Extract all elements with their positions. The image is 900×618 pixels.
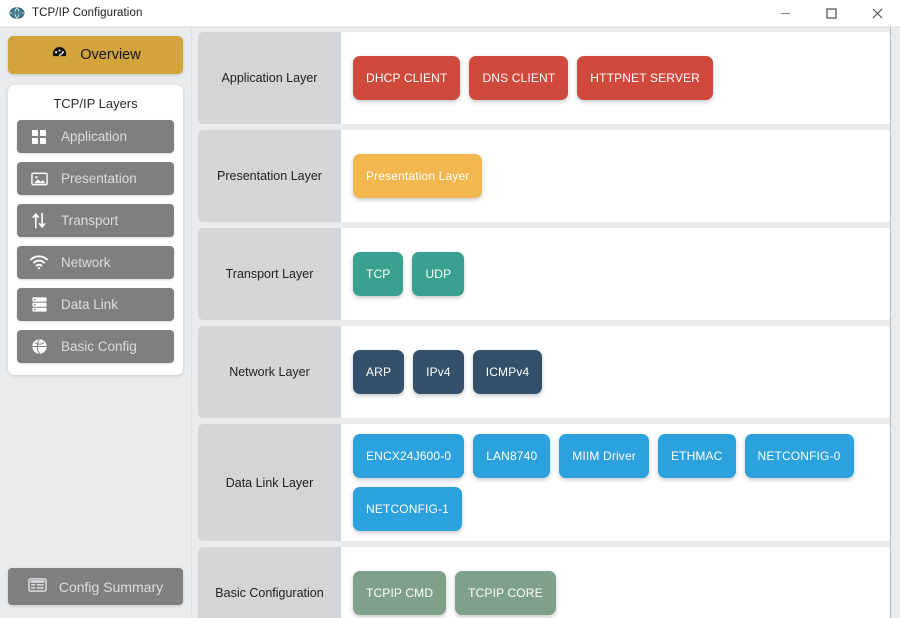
sidebar: Overview TCP/IP Layers Application xyxy=(0,27,192,618)
overview-button-label: Overview xyxy=(80,47,140,63)
window-controls xyxy=(762,0,900,27)
row-label: Application Layer xyxy=(198,32,341,124)
module-chip[interactable]: MIIM Driver xyxy=(559,434,649,478)
maximize-button[interactable] xyxy=(808,0,854,27)
row-items: TCPIP CMD TCPIP CORE xyxy=(341,547,891,618)
sidebar-item-label: Transport xyxy=(61,213,118,228)
wifi-icon xyxy=(30,254,48,272)
globe-icon xyxy=(30,338,48,356)
window-title: TCP/IP Configuration xyxy=(32,7,142,19)
module-chip[interactable]: ICMPv4 xyxy=(473,350,543,394)
row-items: DHCP CLIENT DNS CLIENT HTTPNET SERVER xyxy=(341,32,891,124)
module-chip[interactable]: Presentation Layer xyxy=(353,154,482,198)
layers-content[interactable]: Application Layer DHCP CLIENT DNS CLIENT… xyxy=(192,27,900,618)
minimize-button[interactable] xyxy=(762,0,808,27)
module-chip[interactable]: ETHMAC xyxy=(658,434,736,478)
sidebar-item-transport[interactable]: Transport xyxy=(17,204,174,237)
layer-row-application: Application Layer DHCP CLIENT DNS CLIENT… xyxy=(198,32,891,124)
app-window: TCP/IP Configuration xyxy=(0,0,900,618)
row-items: ARP IPv4 ICMPv4 xyxy=(341,326,891,418)
module-chip[interactable]: TCP xyxy=(353,252,403,296)
module-chip[interactable]: TCPIP CMD xyxy=(353,571,446,615)
row-items: ENCX24J600-0 LAN8740 MIIM Driver ETHMAC … xyxy=(341,424,891,541)
module-chip[interactable]: TCPIP CORE xyxy=(455,571,556,615)
module-chip[interactable]: UDP xyxy=(412,252,464,296)
sidebar-item-data-link[interactable]: Data Link xyxy=(17,288,174,321)
layer-row-basic-configuration: Basic Configuration TCPIP CMD TCPIP CORE xyxy=(198,547,891,618)
dashboard-icon xyxy=(50,44,69,67)
row-label: Presentation Layer xyxy=(198,130,341,222)
sidebar-spacer xyxy=(8,375,183,568)
module-chip[interactable]: NETCONFIG-0 xyxy=(745,434,854,478)
row-label: Data Link Layer xyxy=(198,424,341,541)
close-button[interactable] xyxy=(854,0,900,27)
content-scroll-edge[interactable] xyxy=(890,27,891,618)
network-globe-icon xyxy=(9,5,25,21)
row-items: Presentation Layer xyxy=(341,130,891,222)
sidebar-item-label: Data Link xyxy=(61,297,118,312)
sidebar-item-label: Network xyxy=(61,255,111,270)
layer-row-network: Network Layer ARP IPv4 ICMPv4 xyxy=(198,326,891,418)
module-chip[interactable]: LAN8740 xyxy=(473,434,550,478)
sidebar-item-label: Presentation xyxy=(61,171,137,186)
module-chip[interactable]: IPv4 xyxy=(413,350,464,394)
layer-row-data-link: Data Link Layer ENCX24J600-0 LAN8740 MII… xyxy=(198,424,891,541)
arrows-up-down-icon xyxy=(30,212,48,230)
title-bar: TCP/IP Configuration xyxy=(0,0,900,27)
sidebar-item-label: Basic Config xyxy=(61,339,137,354)
sidebar-item-network[interactable]: Network xyxy=(17,246,174,279)
config-summary-button[interactable]: Config Summary xyxy=(8,568,183,605)
tcpip-layers-title: TCP/IP Layers xyxy=(17,96,174,111)
body-area: Overview TCP/IP Layers Application xyxy=(0,27,900,618)
row-label: Network Layer xyxy=(198,326,341,418)
layer-row-presentation: Presentation Layer Presentation Layer xyxy=(198,130,891,222)
config-summary-label: Config Summary xyxy=(59,579,163,595)
server-icon xyxy=(30,296,48,314)
row-items: TCP UDP xyxy=(341,228,891,320)
module-chip[interactable]: DHCP CLIENT xyxy=(353,56,460,100)
row-label: Transport Layer xyxy=(198,228,341,320)
sidebar-item-application[interactable]: Application xyxy=(17,120,174,153)
overview-button[interactable]: Overview xyxy=(8,36,183,74)
layer-row-transport: Transport Layer TCP UDP xyxy=(198,228,891,320)
tcpip-layers-card: TCP/IP Layers Application xyxy=(8,85,183,375)
table-icon xyxy=(28,577,47,596)
module-chip[interactable]: ARP xyxy=(353,350,404,394)
module-chip[interactable]: ENCX24J600-0 xyxy=(353,434,464,478)
module-chip[interactable]: HTTPNET SERVER xyxy=(577,56,713,100)
sidebar-item-presentation[interactable]: Presentation xyxy=(17,162,174,195)
module-chip[interactable]: DNS CLIENT xyxy=(469,56,568,100)
image-icon xyxy=(30,170,48,188)
sidebar-item-basic-config[interactable]: Basic Config xyxy=(17,330,174,363)
module-chip[interactable]: NETCONFIG-1 xyxy=(353,487,462,531)
row-label: Basic Configuration xyxy=(198,547,341,618)
sidebar-item-label: Application xyxy=(61,129,127,144)
title-bar-left: TCP/IP Configuration xyxy=(0,5,142,21)
grid-icon xyxy=(30,128,48,146)
